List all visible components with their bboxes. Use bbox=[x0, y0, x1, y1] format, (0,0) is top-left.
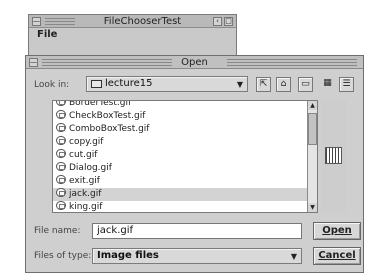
chevron-down-icon[interactable]: ▼ bbox=[237, 80, 243, 89]
file-name-label: File name: bbox=[34, 226, 81, 236]
chevron-down-icon[interactable]: ▼ bbox=[291, 252, 297, 261]
file-list-item[interactable]: BorderTest.gif bbox=[53, 100, 307, 110]
files-of-type-label: Files of type: bbox=[34, 251, 92, 261]
details-view-icon[interactable]: ☰ bbox=[339, 77, 354, 92]
files-of-type-value: Image files bbox=[97, 250, 159, 261]
file-name-text: exit.gif bbox=[69, 176, 100, 186]
file-name-row: File name: jack.gif Open bbox=[34, 222, 361, 240]
open-dialog: — Open Look in: lecture15 ▼ ⇱ ⌂ ▭ ▦ ☰ Bo… bbox=[25, 55, 364, 273]
image-file-icon bbox=[56, 175, 66, 184]
image-file-icon bbox=[56, 162, 66, 171]
image-file-icon bbox=[56, 101, 66, 106]
image-file-icon bbox=[56, 188, 66, 197]
list-view-icon[interactable]: ▦ bbox=[320, 77, 335, 92]
cancel-button[interactable]: Cancel bbox=[313, 247, 361, 265]
dialog-titlebar[interactable]: — Open bbox=[26, 56, 363, 69]
file-name-field[interactable]: jack.gif bbox=[92, 223, 302, 239]
file-list-item[interactable]: cut.gif bbox=[53, 149, 307, 162]
image-file-icon bbox=[56, 201, 66, 210]
titlebar-grip bbox=[45, 18, 75, 25]
look-in-combo[interactable]: lecture15 ▼ bbox=[86, 76, 248, 92]
image-file-icon bbox=[56, 110, 66, 119]
file-name-text: Dialog.gif bbox=[69, 163, 112, 173]
scroll-down-icon[interactable]: ▼ bbox=[308, 203, 317, 212]
back-window-titlebar[interactable]: — FileChooserTest ‹ □ bbox=[29, 15, 236, 28]
file-list-scrollbar[interactable]: ▲ ▼ bbox=[307, 101, 317, 212]
maximize-icon[interactable]: □ bbox=[224, 17, 233, 26]
folder-icon bbox=[91, 80, 102, 88]
file-list-item[interactable]: king.gif bbox=[53, 201, 307, 212]
scroll-thumb[interactable] bbox=[308, 113, 317, 145]
file-name-text: king.gif bbox=[69, 202, 103, 212]
menu-file[interactable]: File bbox=[29, 28, 236, 42]
file-name-text: BorderTest.gif bbox=[69, 100, 132, 108]
file-name-text: jack.gif bbox=[69, 189, 102, 199]
image-preview-icon bbox=[325, 147, 342, 164]
file-name-text: cut.gif bbox=[69, 150, 98, 160]
file-list-item[interactable]: Dialog.gif bbox=[53, 162, 307, 175]
preview-panel bbox=[321, 100, 347, 213]
image-file-icon bbox=[56, 149, 66, 158]
up-folder-icon[interactable]: ⇱ bbox=[256, 77, 271, 92]
file-name-text: CheckBoxTest.gif bbox=[69, 111, 146, 121]
file-list-item[interactable]: copy.gif bbox=[53, 136, 307, 149]
file-name-text: copy.gif bbox=[69, 137, 104, 147]
file-list-item[interactable]: exit.gif bbox=[53, 175, 307, 188]
file-list-item[interactable]: CheckBoxTest.gif bbox=[53, 110, 307, 123]
file-type-row: Files of type: Image files ▼ Cancel bbox=[34, 247, 361, 265]
window-menu-icon[interactable]: — bbox=[32, 17, 41, 26]
image-file-icon bbox=[56, 123, 66, 132]
titlebar-grip-right bbox=[227, 59, 357, 66]
file-name-text: ComboBoxTest.gif bbox=[69, 124, 150, 134]
file-list-items: BorderTest.gif CheckBoxTest.gif ComboBoxTe… bbox=[53, 100, 307, 212]
home-icon[interactable]: ⌂ bbox=[276, 77, 291, 92]
look-in-label: Look in: bbox=[34, 80, 70, 90]
file-list[interactable]: BorderTest.gif CheckBoxTest.gif ComboBoxTe… bbox=[52, 100, 318, 213]
file-list-item[interactable]: ComboBoxTest.gif bbox=[53, 123, 307, 136]
open-button[interactable]: Open bbox=[313, 222, 361, 240]
files-of-type-combo[interactable]: Image files ▼ bbox=[92, 248, 302, 264]
minimize-icon[interactable]: ‹ bbox=[213, 17, 222, 26]
back-window-title: FileChooserTest bbox=[103, 16, 182, 27]
look-in-value: lecture15 bbox=[105, 78, 153, 89]
scroll-up-icon[interactable]: ▲ bbox=[308, 101, 317, 110]
file-list-item[interactable]: jack.gif bbox=[53, 188, 307, 201]
image-file-icon bbox=[56, 136, 66, 145]
new-folder-icon[interactable]: ▭ bbox=[298, 77, 313, 92]
look-in-row: Look in: lecture15 ▼ ⇱ ⌂ ▭ ▦ ☰ bbox=[34, 76, 357, 94]
